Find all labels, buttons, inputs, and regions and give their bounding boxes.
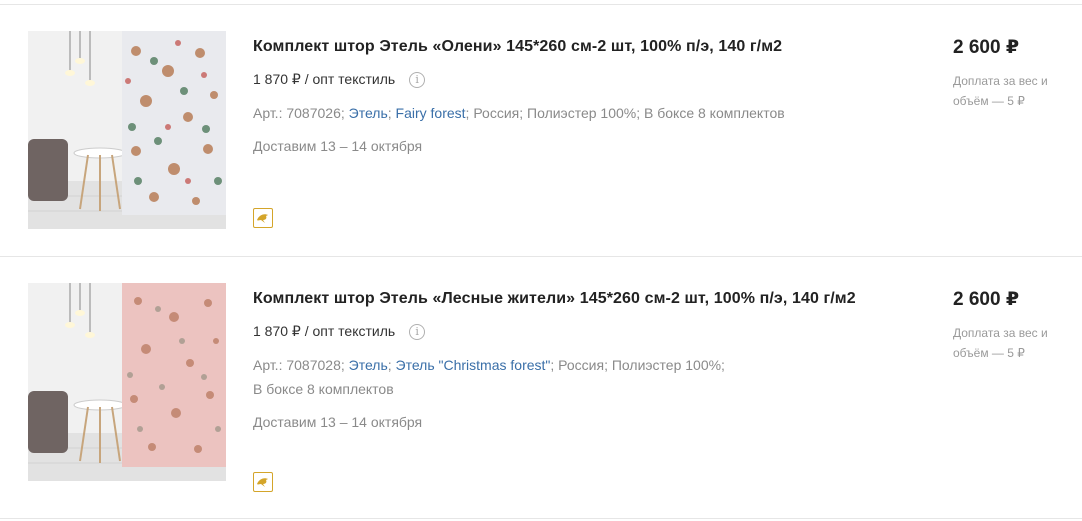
box-quantity: В боксе 8 комплектов bbox=[644, 105, 785, 121]
weight-surcharge: Доплата за вес и объём — 5 ₽ bbox=[953, 74, 1048, 108]
dolphin-badge[interactable] bbox=[253, 208, 273, 228]
material: Полиэстер 100%; bbox=[611, 357, 725, 373]
dolphin-icon bbox=[257, 478, 268, 487]
collection-link[interactable]: Fairy forest bbox=[396, 105, 466, 121]
weight-surcharge: Доплата за вес и объём — 5 ₽ bbox=[953, 326, 1048, 360]
brand-link[interactable]: Этель bbox=[349, 357, 388, 373]
product-title[interactable]: Комплект штор Этель «Лесные жители» 145*… bbox=[253, 290, 856, 308]
material: Полиэстер 100%; bbox=[527, 105, 641, 121]
product-row: Комплект штор Этель «Олени» 145*260 см-2… bbox=[0, 5, 1082, 255]
article-number: Арт.: 7087026; bbox=[253, 105, 345, 121]
price: 2 600 ₽ bbox=[953, 289, 1020, 310]
box-quantity: В боксе 8 комплектов bbox=[253, 381, 394, 397]
info-icon[interactable]: i bbox=[409, 323, 426, 340]
country: Россия; bbox=[558, 357, 608, 373]
delivery-date: Доставим 13 – 14 октября bbox=[253, 414, 423, 430]
collection-link[interactable]: Этель "Christmas forest" bbox=[396, 357, 551, 373]
wholesale-price-label: 1 870 ₽ / опт текстиль bbox=[253, 71, 396, 87]
wholesale-price: 1 870 ₽ / опт текстиль i bbox=[253, 71, 426, 88]
dolphin-badge[interactable] bbox=[253, 472, 273, 492]
divider-bottom bbox=[0, 518, 1082, 519]
product-row: Комплект штор Этель «Лесные жители» 145*… bbox=[0, 257, 1082, 507]
product-meta: Арт.: 7087026; Этель; Fairy forest; Росс… bbox=[253, 105, 785, 121]
delivery-date: Доставим 13 – 14 октября bbox=[253, 138, 423, 154]
article-number: Арт.: 7087028; bbox=[253, 357, 345, 373]
product-meta: Арт.: 7087028; Этель; Этель "Christmas f… bbox=[253, 357, 725, 397]
info-icon[interactable]: i bbox=[409, 71, 426, 88]
price: 2 600 ₽ bbox=[953, 37, 1020, 58]
wholesale-price: 1 870 ₽ / опт текстиль i bbox=[253, 323, 426, 340]
wholesale-price-label: 1 870 ₽ / опт текстиль bbox=[253, 323, 396, 339]
product-title[interactable]: Комплект штор Этель «Олени» 145*260 см-2… bbox=[253, 38, 782, 56]
brand-link[interactable]: Этель bbox=[349, 105, 388, 121]
country: Россия; bbox=[473, 105, 524, 121]
product-image[interactable] bbox=[28, 31, 226, 229]
dolphin-icon bbox=[257, 214, 268, 223]
product-image[interactable] bbox=[28, 283, 226, 481]
